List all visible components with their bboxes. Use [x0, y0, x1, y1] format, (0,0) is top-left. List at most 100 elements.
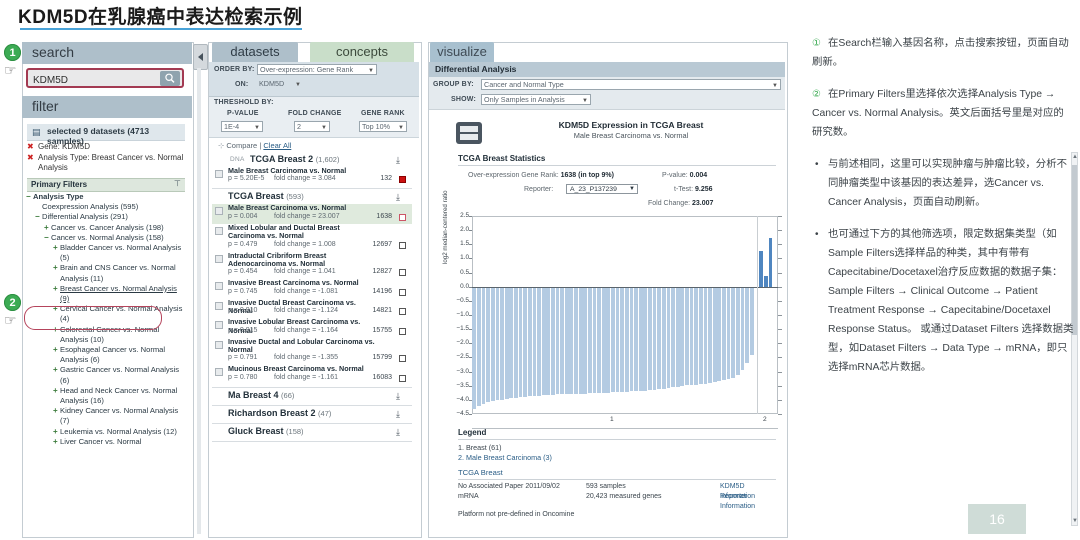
- filter-tree-toggle-icon[interactable]: +: [44, 223, 49, 233]
- scroll-down-icon[interactable]: ▼: [1072, 518, 1078, 524]
- filter-tree-toggle-icon[interactable]: +: [53, 243, 58, 253]
- fold-change-select[interactable]: 2 ▼: [294, 121, 330, 132]
- filter-tree-item[interactable]: − Analysis Type: [26, 192, 187, 202]
- step-marker-2: 2: [4, 294, 21, 311]
- search-input[interactable]: [31, 72, 155, 88]
- filter-tree-item[interactable]: + Breast Cancer vs. Normal Analysis (9): [27, 284, 187, 304]
- dataset-name[interactable]: Richardson Breast 2 (47): [228, 408, 331, 418]
- show-select[interactable]: Only Samples in Analysis ▼: [481, 94, 591, 105]
- filter-tree-toggle-icon[interactable]: +: [53, 386, 58, 396]
- tab-datasets[interactable]: datasets: [212, 42, 298, 62]
- remove-filter-icon[interactable]: ✖: [27, 153, 34, 164]
- chart-thumbnail-icon[interactable]: [456, 122, 482, 144]
- filter-tree-item[interactable]: − Cancer vs. Normal Analysis (158): [27, 233, 187, 243]
- filter-tree-toggle-icon[interactable]: +: [53, 437, 58, 447]
- search-panel-title: search: [32, 44, 75, 60]
- legend-item-2[interactable]: 2. Male Breast Carcinoma (3): [458, 453, 778, 463]
- search-input-wrapper[interactable]: [26, 68, 184, 88]
- filter-tree-toggle-icon[interactable]: −: [35, 212, 40, 222]
- active-filter-item[interactable]: ✖ Gene: KDM5D: [27, 142, 185, 153]
- dataset-name[interactable]: TCGA Breast 2 (1,602): [250, 154, 339, 164]
- dataset-row-indicator[interactable]: [399, 327, 406, 335]
- filter-tree-toggle-icon[interactable]: −: [26, 192, 31, 202]
- dataset-name-link[interactable]: TCGA Breast: [458, 468, 778, 477]
- active-filter-item[interactable]: ✖ Analysis Type: Breast Cancer vs. Normal…: [27, 153, 185, 174]
- dataset-row[interactable]: Male Breast Carcinoma vs. Normal p = 5.20…: [212, 166, 412, 186]
- dataset-group-header[interactable]: Gluck Breast (158) ⤓: [212, 426, 412, 439]
- dataset-row-checkbox[interactable]: [215, 282, 223, 291]
- filter-tree-item[interactable]: + Cancer vs. Cancer Analysis (198): [27, 223, 187, 233]
- dataset-row-checkbox[interactable]: [215, 207, 223, 216]
- dataset-row[interactable]: Intraductal Cribriform Breast Adenocarci…: [212, 251, 412, 280]
- dataset-row-checkbox[interactable]: [215, 170, 223, 178]
- group-by-select[interactable]: Cancer and Normal Type ▼: [481, 79, 781, 90]
- filter-tree-item[interactable]: + Liver Cancer vs. Normal: [27, 437, 187, 447]
- dataset-row-indicator[interactable]: [399, 355, 406, 363]
- filter-tree-toggle-icon[interactable]: −: [44, 233, 49, 243]
- filter-tree-item[interactable]: Coexpression Analysis (595): [27, 202, 187, 212]
- dataset-name[interactable]: Gluck Breast (158): [228, 426, 304, 436]
- dataset-row[interactable]: Mucinous Breast Carcinoma vs. Normal p = …: [212, 364, 412, 384]
- filter-tree-item[interactable]: + Leukemia vs. Normal Analysis (12): [27, 427, 187, 437]
- dataset-row-indicator[interactable]: [399, 241, 406, 249]
- pin-icon[interactable]: ⊤: [174, 179, 181, 188]
- filter-tree-item[interactable]: + Kidney Cancer vs. Normal Analysis (7): [27, 406, 187, 426]
- chart-bar: [509, 286, 514, 399]
- p-value-select[interactable]: 1E-4 ▼: [221, 121, 263, 132]
- dataset-row-indicator[interactable]: [399, 374, 406, 382]
- clear-all-link[interactable]: Clear All: [263, 141, 291, 150]
- filter-tree-item[interactable]: + Esophageal Cancer vs. Normal Analysis (…: [27, 345, 187, 365]
- download-icon[interactable]: ⤓: [396, 155, 400, 166]
- dataset-row[interactable]: Invasive Lobular Breast Carcinoma vs. No…: [212, 318, 412, 337]
- download-icon[interactable]: ⤓: [396, 391, 400, 402]
- download-icon[interactable]: ⤓: [396, 192, 400, 203]
- tab-concepts[interactable]: concepts: [310, 42, 414, 62]
- search-panel-header: search: [22, 42, 192, 64]
- filter-tree-item[interactable]: + Head and Neck Cancer vs. Normal Analysi…: [27, 386, 187, 406]
- dataset-row[interactable]: Mixed Lobular and Ductal Breast Carcinom…: [212, 223, 412, 252]
- dataset-group-header[interactable]: Ma Breast 4 (66) ⤓: [212, 390, 412, 403]
- dataset-row-checkbox[interactable]: [215, 321, 223, 330]
- dataset-row-checkbox[interactable]: [215, 254, 223, 263]
- filter-tree-toggle-icon[interactable]: +: [53, 406, 58, 416]
- reporter-select[interactable]: A_23_P137239 ▼: [566, 184, 638, 194]
- dataset-list[interactable]: DNA TCGA Breast 2 (1,602) ⤓ Male Breast Car…: [212, 152, 412, 526]
- dataset-row-checkbox[interactable]: [215, 340, 223, 349]
- dataset-row-checkbox[interactable]: [215, 226, 223, 235]
- dataset-row-checkbox[interactable]: [215, 368, 223, 377]
- dataset-row[interactable]: Male Breast Carcinoma vs. Normal p = 0.00…: [212, 203, 412, 224]
- filter-tree-item[interactable]: + Brain and CNS Cancer vs. Normal Analysi…: [27, 263, 187, 283]
- filter-tree-toggle-icon[interactable]: +: [53, 263, 58, 273]
- dataset-name[interactable]: Ma Breast 4 (66): [228, 390, 294, 400]
- reporter-information-link[interactable]: Reporter Information: [720, 492, 778, 512]
- dataset-row-indicator[interactable]: [399, 308, 406, 316]
- tab-visualize[interactable]: visualize: [430, 42, 494, 62]
- remove-filter-icon[interactable]: ✖: [27, 142, 34, 153]
- dataset-row-indicator[interactable]: [399, 288, 406, 296]
- search-button[interactable]: [160, 71, 180, 86]
- filter-tree-item[interactable]: + Bladder Cancer vs. Normal Analysis (5): [27, 243, 187, 263]
- filter-tree-item[interactable]: + Gastric Cancer vs. Normal Analysis (6): [27, 365, 187, 385]
- dataset-row[interactable]: Invasive Ductal and Lobular Carcinoma vs…: [212, 337, 412, 366]
- filter-tree-toggle-icon[interactable]: +: [53, 365, 58, 375]
- download-icon[interactable]: ⤓: [396, 409, 400, 420]
- dataset-group-header[interactable]: Richardson Breast 2 (47) ⤓: [212, 408, 412, 421]
- panel-collapse-button[interactable]: [193, 44, 208, 70]
- download-icon[interactable]: ⤓: [396, 427, 400, 438]
- dataset-row[interactable]: Invasive Breast Carcinoma vs. Normal p = …: [212, 278, 412, 298]
- filter-tree-item[interactable]: − Differential Analysis (291): [27, 212, 187, 222]
- gene-rank-select[interactable]: Top 10% ▼: [359, 121, 407, 132]
- filter-tree-toggle-icon[interactable]: +: [53, 427, 58, 437]
- dataset-row[interactable]: Invasive Ductal Breast Carcinoma vs. Nor…: [212, 298, 412, 318]
- dataset-row-checkbox[interactable]: [215, 301, 223, 310]
- dataset-row-indicator[interactable]: [399, 213, 406, 221]
- filter-tree-toggle-icon[interactable]: +: [53, 284, 58, 294]
- on-select[interactable]: KDM5D ▼: [257, 79, 303, 90]
- filter-tree-toggle-icon[interactable]: +: [53, 345, 58, 355]
- dataset-row-indicator[interactable]: [399, 269, 406, 277]
- order-by-select[interactable]: Over-expression: Gene Rank ▼: [257, 64, 377, 75]
- compare-label[interactable]: Compare: [226, 141, 257, 150]
- dataset-row-indicator[interactable]: [399, 176, 406, 184]
- dataset-name[interactable]: TCGA Breast (593): [228, 191, 304, 201]
- chart-bar: [638, 286, 643, 391]
